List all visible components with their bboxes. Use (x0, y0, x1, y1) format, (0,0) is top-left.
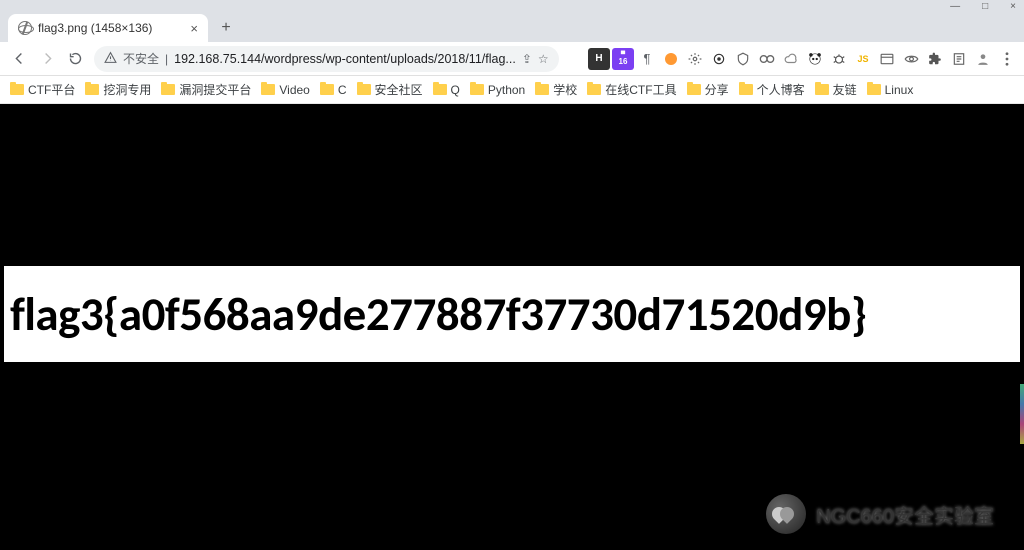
bookmark-label: 分享 (705, 81, 729, 98)
extension-gear-icon[interactable] (684, 48, 706, 70)
reading-list-icon[interactable] (948, 48, 970, 70)
bookmark-folder[interactable]: 分享 (687, 81, 729, 98)
bookmark-label: 友链 (833, 81, 857, 98)
folder-icon (261, 84, 275, 95)
security-label: 不安全 (123, 50, 159, 67)
side-indicator (1020, 384, 1024, 444)
extension-eye-icon[interactable] (900, 48, 922, 70)
folder-icon (687, 84, 701, 95)
bookmark-label: 安全社区 (375, 81, 423, 98)
nav-back-button[interactable] (6, 46, 32, 72)
globe-icon (18, 21, 32, 35)
extension-mask-icon[interactable] (756, 48, 778, 70)
bookmark-folder[interactable]: Linux (867, 83, 914, 97)
extensions-puzzle-icon[interactable] (924, 48, 946, 70)
extension-bug-icon[interactable] (828, 48, 850, 70)
bookmark-folder[interactable]: C (320, 83, 347, 97)
insecure-icon (104, 51, 117, 67)
separator: | (165, 52, 168, 66)
page-viewport: flag3{a0f568aa9de277887f37730d71520d9b} … (0, 104, 1024, 550)
extension-h-icon[interactable]: H (588, 48, 610, 70)
extension-shield-icon[interactable] (732, 48, 754, 70)
wechat-icon (766, 494, 806, 534)
folder-icon (867, 84, 881, 95)
displayed-image[interactable]: flag3{a0f568aa9de277887f37730d71520d9b} (4, 266, 1020, 362)
window-maximize[interactable]: □ (982, 1, 988, 12)
tab-title: flag3.png (1458×136) (38, 21, 178, 35)
bookmark-folder[interactable]: 在线CTF工具 (587, 81, 676, 98)
extension-paragraph-icon[interactable]: ¶ (636, 48, 658, 70)
folder-icon (739, 84, 753, 95)
bookmark-label: Python (488, 83, 525, 97)
bookmarks-bar: CTF平台 挖洞专用 漏洞提交平台 Video C 安全社区 Q Python … (0, 76, 1024, 104)
bookmark-star-icon[interactable]: ☆ (538, 52, 549, 66)
folder-icon (815, 84, 829, 95)
flag-text: flag3{a0f568aa9de277887f37730d71520d9b} (10, 285, 867, 343)
folder-icon (10, 84, 24, 95)
bookmark-label: 挖洞专用 (103, 81, 151, 98)
bookmark-folder[interactable]: 挖洞专用 (85, 81, 151, 98)
extension-js-icon[interactable]: JS (852, 48, 874, 70)
share-icon[interactable]: ⇪ (522, 52, 532, 66)
extension-cloud-icon[interactable] (780, 48, 802, 70)
folder-icon (587, 84, 601, 95)
watermark-text: NGC660安全实验室 (816, 500, 994, 529)
bookmark-folder[interactable]: Q (433, 83, 460, 97)
bookmark-label: C (338, 83, 347, 97)
bookmark-label: Linux (885, 83, 914, 97)
folder-icon (470, 84, 484, 95)
extension-orange-icon[interactable] (660, 48, 682, 70)
menu-dots-icon[interactable] (996, 48, 1018, 70)
folder-icon (161, 84, 175, 95)
window-minimize[interactable]: — (950, 1, 960, 12)
browser-tab-active[interactable]: flag3.png (1458×136) × (8, 14, 208, 42)
folder-icon (357, 84, 371, 95)
bookmark-folder[interactable]: 友链 (815, 81, 857, 98)
extension-target-icon[interactable] (708, 48, 730, 70)
bookmark-label: CTF平台 (28, 81, 75, 98)
bookmark-label: Video (279, 83, 309, 97)
folder-icon (85, 84, 99, 95)
tab-strip: flag3.png (1458×136) × + (0, 12, 1024, 42)
browser-toolbar: 不安全 | 192.168.75.144/wordpress/wp-conten… (0, 42, 1024, 76)
bookmark-folder[interactable]: CTF平台 (10, 81, 75, 98)
bookmark-folder[interactable]: 个人博客 (739, 81, 805, 98)
folder-icon (433, 84, 447, 95)
nav-reload-button[interactable] (62, 46, 88, 72)
bookmark-label: 学校 (553, 81, 577, 98)
extensions-area: H ▀16 ¶ JS (588, 48, 1018, 70)
address-bar[interactable]: 不安全 | 192.168.75.144/wordpress/wp-conten… (94, 46, 559, 72)
folder-icon (535, 84, 549, 95)
bookmark-folder[interactable]: Python (470, 83, 525, 97)
bookmark-label: 个人博客 (757, 81, 805, 98)
url-text: 192.168.75.144/wordpress/wp-content/uplo… (174, 52, 516, 66)
window-close[interactable]: × (1010, 1, 1016, 12)
tab-close-icon[interactable]: × (190, 21, 198, 36)
nav-forward-button[interactable] (34, 46, 60, 72)
bookmark-label: 漏洞提交平台 (179, 81, 251, 98)
extension-window-icon[interactable] (876, 48, 898, 70)
bookmark-label: Q (451, 83, 460, 97)
profile-icon[interactable] (972, 48, 994, 70)
folder-icon (320, 84, 334, 95)
bookmark-folder[interactable]: 学校 (535, 81, 577, 98)
extension-calendar-icon[interactable]: ▀16 (612, 48, 634, 70)
bookmark-label: 在线CTF工具 (605, 81, 676, 98)
window-titlebar: — □ × (0, 0, 1024, 12)
new-tab-button[interactable]: + (214, 16, 238, 40)
watermark: NGC660安全实验室 (766, 494, 994, 534)
extension-panda-icon[interactable] (804, 48, 826, 70)
bookmark-folder[interactable]: 漏洞提交平台 (161, 81, 251, 98)
bookmark-folder[interactable]: Video (261, 83, 309, 97)
bookmark-folder[interactable]: 安全社区 (357, 81, 423, 98)
